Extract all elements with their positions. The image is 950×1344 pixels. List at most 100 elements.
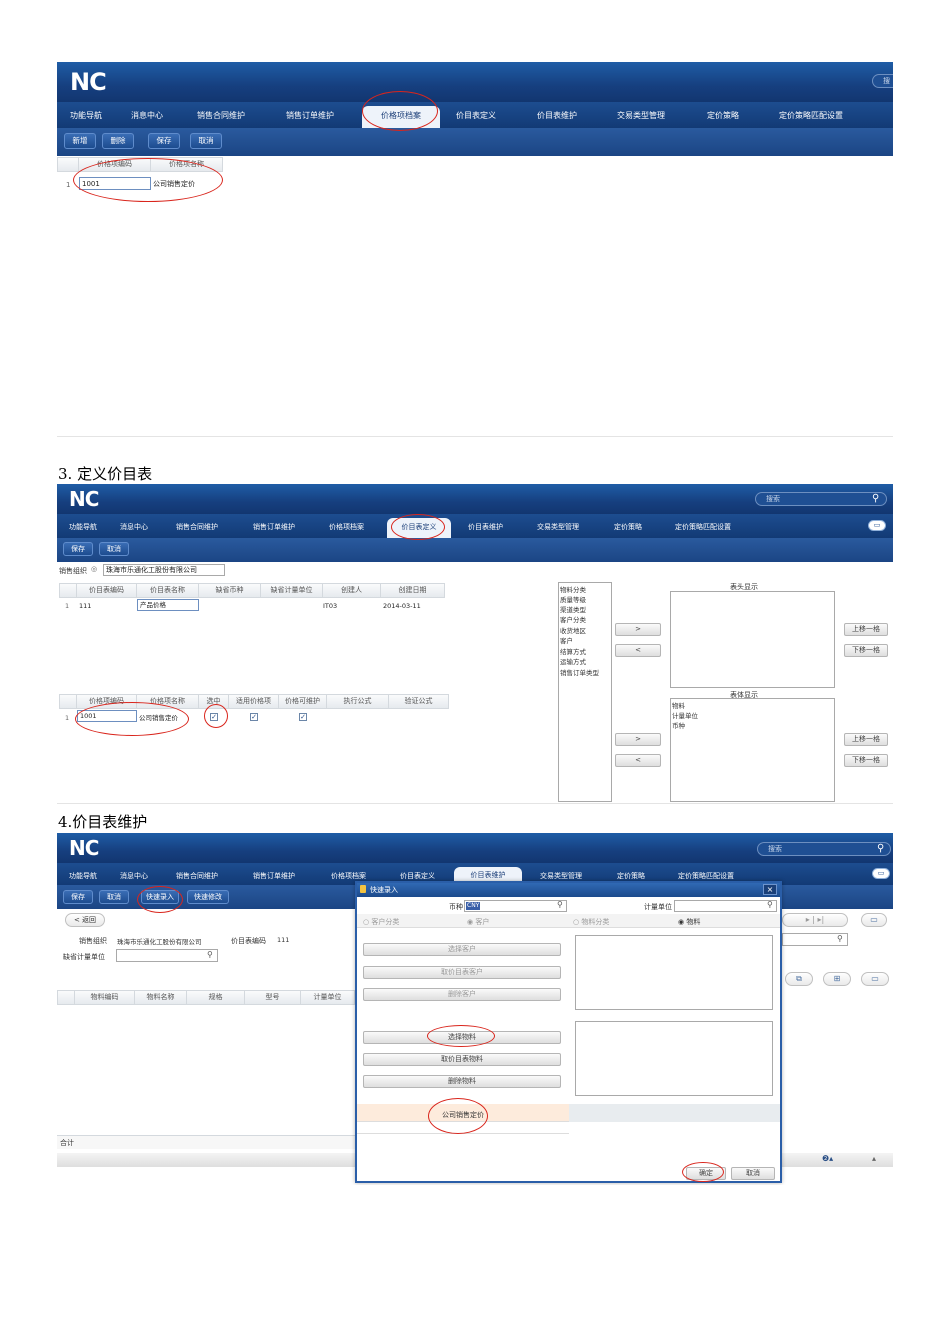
nav-item-strategy-match[interactable]: 定价策略匹配设置 — [678, 871, 734, 881]
dimension-item[interactable]: 客户 — [560, 635, 573, 645]
dimension-item[interactable]: 质量等级 — [560, 594, 586, 604]
nav-item-sales-contract[interactable]: 销售合同维护 — [176, 871, 218, 881]
search-input[interactable]: 搜索 — [755, 492, 887, 506]
copy-icon[interactable]: ⧉ — [785, 972, 813, 986]
search-input[interactable]: 搜 — [872, 74, 893, 88]
nav-item-strategy-match[interactable]: 定价策略匹配设置 — [675, 522, 731, 532]
applicable-checkbox[interactable]: ✓ — [250, 713, 258, 721]
radio-customer-label: 客户 — [475, 918, 490, 926]
unit-field[interactable] — [116, 949, 218, 962]
nav-item-pricelist-maintain[interactable]: 价目表维护 — [468, 522, 503, 532]
nav-item-function[interactable]: 功能导航 — [70, 110, 102, 121]
help-icon[interactable]: ❷▴ — [822, 1154, 833, 1163]
move-down-button-body[interactable]: 下移一格 — [844, 754, 888, 767]
org-field[interactable]: 珠海市乐通化工股份有限公司 — [103, 564, 225, 576]
radio-customer-class[interactable]: ○ 客户分类 — [363, 917, 399, 927]
nav-next-icon[interactable]: ▸ | ▸| — [782, 913, 848, 927]
move-left-button-header[interactable]: < — [615, 644, 661, 657]
add-button[interactable]: 新增 — [64, 133, 96, 149]
move-up-button-header[interactable]: 上移一格 — [844, 623, 888, 636]
move-right-button-body[interactable]: > — [615, 733, 661, 746]
nav-item-sales-order[interactable]: 销售订单维护 — [286, 110, 334, 121]
nav-item-pricelist-define[interactable]: 价目表定义 — [456, 110, 496, 121]
collapse-icon[interactable]: ▴ — [872, 1154, 876, 1163]
nav-item-trade-type[interactable]: 交易类型管理 — [540, 871, 582, 881]
dimension-item[interactable]: 运输方式 — [560, 656, 586, 666]
search-icon[interactable]: ⚲ — [767, 900, 773, 909]
dimension-item[interactable]: 物料分类 — [560, 584, 586, 594]
move-left-button-body[interactable]: < — [615, 754, 661, 767]
save-button[interactable]: 保存 — [63, 542, 93, 556]
save-button[interactable]: 保存 — [63, 890, 93, 904]
nav-item-messages[interactable]: 消息中心 — [120, 522, 148, 532]
customer-list[interactable] — [575, 935, 773, 1010]
select-customer-button[interactable]: 选择客户 — [363, 943, 561, 956]
highlight-row-annotation — [73, 158, 223, 202]
take-pricelist-material-button[interactable]: 取价目表物料 — [363, 1053, 561, 1066]
nav-item-messages[interactable]: 消息中心 — [120, 871, 148, 881]
dialog-cancel-button[interactable]: 取消 — [731, 1167, 775, 1180]
radio-material-class[interactable]: ○ 物料分类 — [573, 917, 609, 927]
close-icon[interactable]: × — [763, 884, 777, 895]
window-icon[interactable]: ▭ — [872, 868, 890, 879]
nav-item-price-item-archive[interactable]: 价格项档案 — [329, 522, 364, 532]
body-display-item[interactable]: 币种 — [672, 720, 685, 730]
move-down-button-header[interactable]: 下移一格 — [844, 644, 888, 657]
editable-checkbox[interactable]: ✓ — [299, 713, 307, 721]
dimension-item[interactable]: 收货地区 — [560, 625, 586, 635]
nav-item-function[interactable]: 功能导航 — [69, 871, 97, 881]
back-button[interactable]: < 返回 — [65, 913, 105, 927]
nav-item-sales-order[interactable]: 销售订单维护 — [253, 871, 295, 881]
delete-material-button[interactable]: 删除物料 — [363, 1075, 561, 1088]
dimension-item[interactable]: 渠道类型 — [560, 604, 586, 614]
nav-item-sales-contract[interactable]: 销售合同维护 — [197, 110, 245, 121]
cell-pricelist-code[interactable]: 111 — [79, 600, 91, 613]
search-icon[interactable]: ⚲ — [557, 900, 563, 909]
search-icon[interactable]: ⚲ — [837, 934, 843, 943]
nav-item-pricing-strategy[interactable]: 定价策略 — [707, 110, 739, 121]
dimension-item[interactable]: 销售订单类型 — [560, 667, 599, 677]
nav-item-trade-type[interactable]: 交易类型管理 — [617, 110, 665, 121]
search-icon[interactable]: ⚲ — [207, 950, 213, 959]
nav-item-pricelist-maintain[interactable]: 价目表维护 — [537, 110, 577, 121]
window-icon[interactable]: ▭ — [868, 520, 886, 531]
search-icon[interactable]: ⚲ — [872, 493, 879, 504]
material-list[interactable] — [575, 1021, 773, 1096]
nav-item-sales-contract[interactable]: 销售合同维护 — [176, 522, 218, 532]
delete-button[interactable]: 删除 — [102, 133, 134, 149]
search-icon[interactable]: ⚲ — [877, 843, 884, 854]
delete-customer-button[interactable]: 删除客户 — [363, 988, 561, 1001]
nav-item-pricing-strategy[interactable]: 定价策略 — [614, 522, 642, 532]
grid-icon[interactable]: ⊞ — [823, 972, 851, 986]
nav-item-strategy-match[interactable]: 定价策略匹配设置 — [779, 110, 843, 121]
move-right-button-header[interactable]: > — [615, 623, 661, 636]
dimension-item[interactable]: 结算方式 — [560, 646, 586, 656]
nav-item-sales-order[interactable]: 销售订单维护 — [253, 522, 295, 532]
currency-value[interactable]: CNY — [466, 902, 481, 910]
header-display-list[interactable] — [670, 591, 835, 688]
body-display-item[interactable]: 计量单位 — [672, 710, 698, 720]
col-model: 型号 — [245, 990, 301, 1005]
radio-material[interactable]: ◉ 物料 — [678, 917, 700, 927]
nav-item-trade-type[interactable]: 交易类型管理 — [537, 522, 579, 532]
nav-item-price-item-archive[interactable]: 价格项档案 — [331, 871, 366, 881]
dimension-item[interactable]: 客户分类 — [560, 614, 586, 624]
cell-pricelist-name[interactable]: 产品价格 — [137, 599, 199, 611]
nav-item-messages[interactable]: 消息中心 — [131, 110, 163, 121]
take-pricelist-customer-button[interactable]: 取价目表客户 — [363, 966, 561, 979]
window-icon[interactable]: ▭ — [861, 972, 889, 986]
radio-customer[interactable]: ◉ 客户 — [467, 917, 489, 927]
unit-field[interactable] — [674, 900, 777, 912]
save-button[interactable]: 保存 — [148, 133, 180, 149]
move-up-button-body[interactable]: 上移一格 — [844, 733, 888, 746]
nav-item-pricing-strategy[interactable]: 定价策略 — [617, 871, 645, 881]
window-icon[interactable]: ▭ — [861, 913, 887, 927]
cancel-button[interactable]: 取消 — [99, 542, 129, 556]
body-display-item[interactable]: 物料 — [672, 700, 685, 710]
cancel-button[interactable]: 取消 — [99, 890, 129, 904]
search-input[interactable]: 搜索 — [757, 842, 891, 856]
nav-item-function[interactable]: 功能导航 — [69, 522, 97, 532]
cancel-button[interactable]: 取消 — [190, 133, 222, 149]
nav-item-pricelist-define[interactable]: 价目表定义 — [400, 871, 435, 881]
quick-edit-button[interactable]: 快速修改 — [187, 890, 229, 904]
